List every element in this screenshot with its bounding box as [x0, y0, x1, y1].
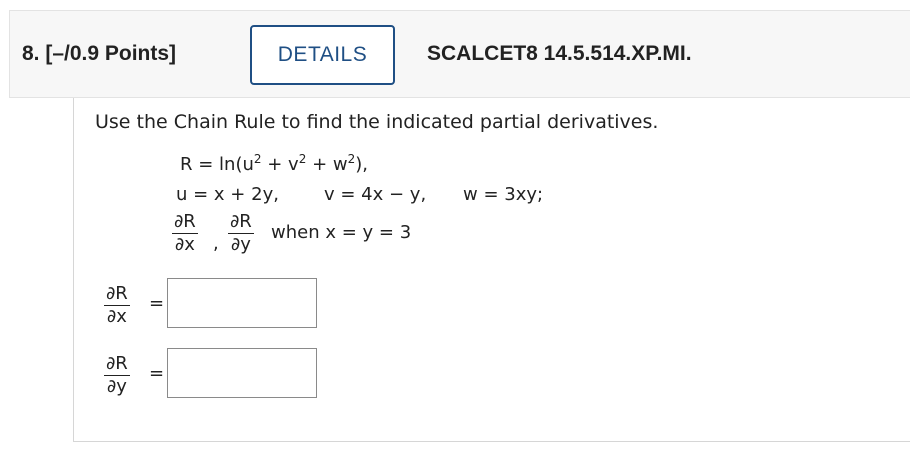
fraction-numerator: ∂R	[228, 211, 254, 234]
equation-r-part: + w	[306, 154, 348, 175]
question-points-label: 8. [–/0.9 Points]	[22, 42, 177, 65]
answer-2-input[interactable]	[167, 348, 317, 398]
condition-text: when x = y = 3	[271, 222, 412, 243]
partial-r-y-fraction: ∂R ∂y	[228, 213, 254, 254]
fraction-denominator: ∂y	[230, 234, 251, 255]
fraction-denominator: ∂x	[174, 234, 195, 255]
equals-sign: =	[149, 293, 165, 314]
equation-r: R = ln(u2 + v2 + w2),	[180, 152, 368, 175]
fraction-denominator: ∂x	[106, 306, 127, 327]
fraction-denominator: ∂y	[106, 376, 127, 397]
exponent: 2	[253, 152, 262, 166]
comma: ,	[213, 233, 219, 254]
partial-r-x-fraction: ∂R ∂x	[172, 213, 198, 254]
answer-1-input[interactable]	[167, 278, 317, 328]
answer-2-fraction: ∂R ∂y	[104, 355, 130, 396]
equation-r-part: ),	[355, 154, 368, 175]
equation-v: v = 4x − y,	[324, 184, 427, 205]
equation-r-lhs: R = ln(u	[180, 154, 254, 175]
equation-r-part: + v	[261, 154, 299, 175]
fraction-numerator: ∂R	[104, 353, 130, 376]
question-source-label: SCALCET8 14.5.514.XP.MI.	[427, 42, 692, 65]
fraction-numerator: ∂R	[104, 283, 130, 306]
equation-u: u = x + 2y,	[176, 184, 279, 205]
answer-1-fraction: ∂R ∂x	[104, 285, 130, 326]
fraction-numerator: ∂R	[172, 211, 198, 234]
equation-w: w = 3xy;	[463, 184, 544, 205]
equals-sign: =	[149, 363, 165, 384]
instruction-text: Use the Chain Rule to find the indicated…	[95, 111, 659, 133]
details-button[interactable]: DETAILS	[250, 25, 395, 85]
